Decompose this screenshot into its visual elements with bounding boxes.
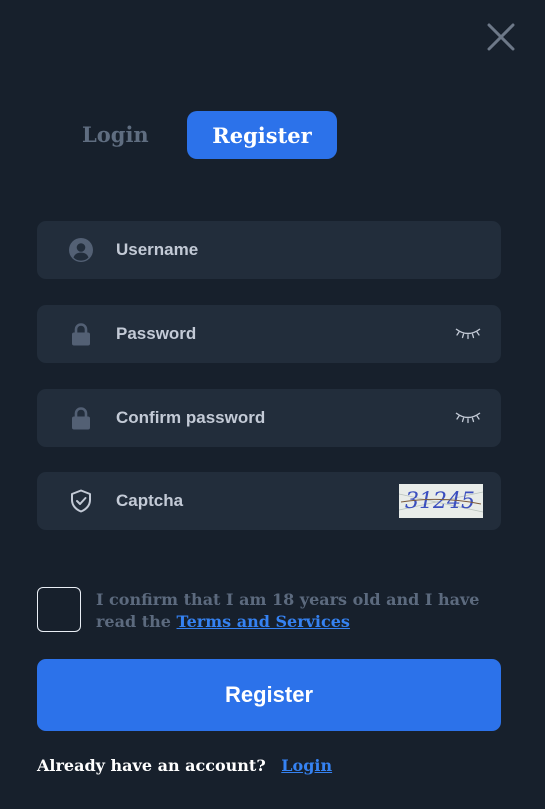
- captcha-image[interactable]: 31245: [399, 484, 483, 518]
- account-question: Already have an account?: [37, 756, 266, 775]
- age-confirm-text: I confirm that I am 18 years old and I h…: [96, 589, 496, 633]
- tab-register[interactable]: Register: [187, 111, 337, 159]
- auth-tabs: Login Register: [37, 111, 337, 159]
- eye-closed-icon[interactable]: [455, 409, 481, 425]
- shield-icon: [69, 489, 93, 513]
- close-icon: [487, 23, 515, 51]
- password-field: [37, 305, 501, 363]
- login-link[interactable]: Login: [281, 756, 332, 775]
- eye-closed-icon[interactable]: [455, 325, 481, 341]
- close-button[interactable]: [478, 14, 524, 60]
- terms-link[interactable]: Terms and Services: [177, 612, 350, 631]
- confirm-password-input[interactable]: [116, 389, 416, 447]
- captcha-input[interactable]: [116, 472, 416, 530]
- username-input[interactable]: [116, 221, 416, 279]
- captcha-field: 31245: [37, 472, 501, 530]
- confirm-password-field: [37, 389, 501, 447]
- user-icon: [69, 238, 93, 262]
- footer: Already have an account? Login: [37, 756, 332, 775]
- username-field: [37, 221, 501, 279]
- tab-login[interactable]: Login: [82, 111, 149, 159]
- lock-icon: [69, 406, 93, 430]
- age-confirm-checkbox[interactable]: [37, 587, 81, 632]
- register-button[interactable]: Register: [37, 659, 501, 731]
- password-input[interactable]: [116, 305, 416, 363]
- lock-icon: [69, 322, 93, 346]
